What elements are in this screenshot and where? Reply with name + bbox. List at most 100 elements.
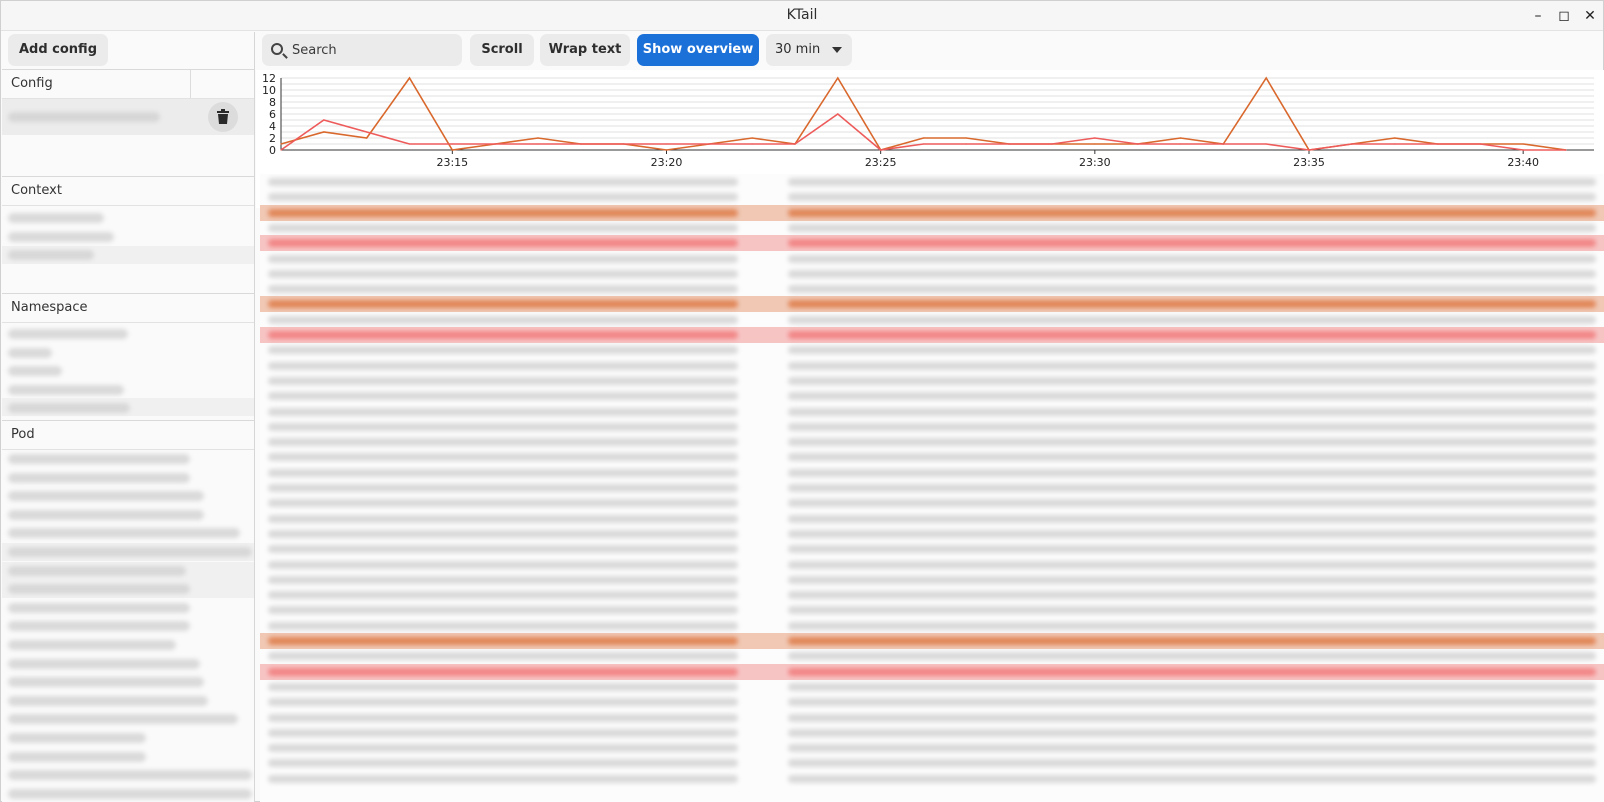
close-icon[interactable]: ✕ [1580,6,1600,26]
log-row [260,755,1604,771]
app-window: KTail – ◻ ✕ Add config Config Context Na… [0,0,1604,802]
list-item[interactable] [2,469,254,487]
log-text [788,392,1596,401]
list-item[interactable] [2,450,254,468]
search-box[interactable] [262,34,462,66]
series-1-point [837,77,839,79]
log-row [260,618,1604,634]
list-item-label [8,751,146,762]
list-item[interactable] [2,599,254,617]
log-text [788,331,1596,339]
list-item[interactable] [2,785,254,802]
list-item[interactable] [2,487,254,505]
maximize-icon[interactable]: ◻ [1554,6,1574,26]
list-item-label [8,733,146,743]
log-text [788,453,1596,462]
list-item[interactable] [8,366,62,376]
log-text [268,300,738,309]
list-item[interactable] [8,232,114,242]
log-text [788,774,1596,783]
config-row[interactable] [2,99,254,135]
log-text [268,529,738,538]
x-tick-label: 23:20 [651,156,683,169]
log-text [788,223,1596,232]
list-item[interactable] [2,580,254,599]
add-config-button[interactable]: Add config [8,34,108,66]
log-text [268,744,738,753]
list-item[interactable] [2,692,254,710]
log-text [788,422,1596,431]
y-tick-label: 6 [269,108,276,121]
list-item[interactable] [8,385,124,395]
log-text [268,376,738,385]
list-item[interactable] [8,213,104,223]
list-item[interactable] [2,543,254,561]
list-item[interactable] [8,329,128,339]
scroll-toggle-button[interactable]: Scroll [470,34,534,66]
pod-list [2,450,254,802]
log-text [268,392,738,401]
log-text [268,193,738,202]
log-row [260,251,1604,267]
list-item[interactable] [2,673,254,691]
config-header-label: Config [11,76,53,91]
context-list [2,206,254,266]
list-item[interactable] [2,729,254,747]
log-text [788,254,1596,263]
series-2-point [1351,143,1353,145]
log-text [268,652,738,661]
series-2-point [1137,143,1139,145]
list-item[interactable] [2,748,254,766]
log-row [260,725,1604,741]
search-input[interactable] [292,34,452,66]
list-item-label [8,658,200,669]
log-text [268,591,738,600]
log-text [788,239,1596,248]
wrap-text-toggle-button[interactable]: Wrap text [540,34,630,66]
list-item-label [8,677,204,688]
series-1-point [665,149,668,151]
log-row [260,220,1604,236]
list-item[interactable] [2,561,254,580]
series-2-point [580,143,582,145]
log-text [268,315,738,324]
log-row [260,480,1604,496]
series-1-point [366,137,368,139]
log-view[interactable] [260,174,1604,802]
series-1-point [323,131,325,133]
delete-config-button[interactable] [208,102,238,132]
time-range-dropdown[interactable]: 30 min [766,34,852,66]
log-text [268,713,738,722]
list-item[interactable] [2,524,254,542]
list-item[interactable] [8,348,52,358]
list-item[interactable] [2,506,254,524]
series-2-point [1394,143,1396,145]
log-row [260,449,1604,465]
log-row [260,189,1604,205]
log-text [268,331,738,339]
list-item-selected[interactable] [2,246,254,264]
log-row [260,404,1604,420]
log-row [260,648,1604,664]
series-2-point [751,143,753,145]
trash-icon [217,109,229,124]
list-item-selected[interactable] [2,398,254,416]
series-2-point [1008,143,1010,145]
log-text [788,285,1596,294]
list-item[interactable] [2,655,254,673]
series-2-point [837,113,839,115]
log-text [268,698,738,707]
log-row [260,740,1604,756]
log-text [788,728,1596,737]
log-text [268,285,738,294]
list-item[interactable] [2,617,254,635]
list-item[interactable] [2,636,254,654]
list-item[interactable] [2,766,254,784]
time-range-value: 30 min [775,42,821,57]
list-item[interactable] [2,710,254,728]
log-text [268,453,738,462]
show-overview-toggle-button[interactable]: Show overview [637,34,759,66]
x-tick-label: 23:30 [1079,156,1111,169]
config-item-label [8,112,160,122]
minimize-icon[interactable]: – [1528,6,1548,26]
